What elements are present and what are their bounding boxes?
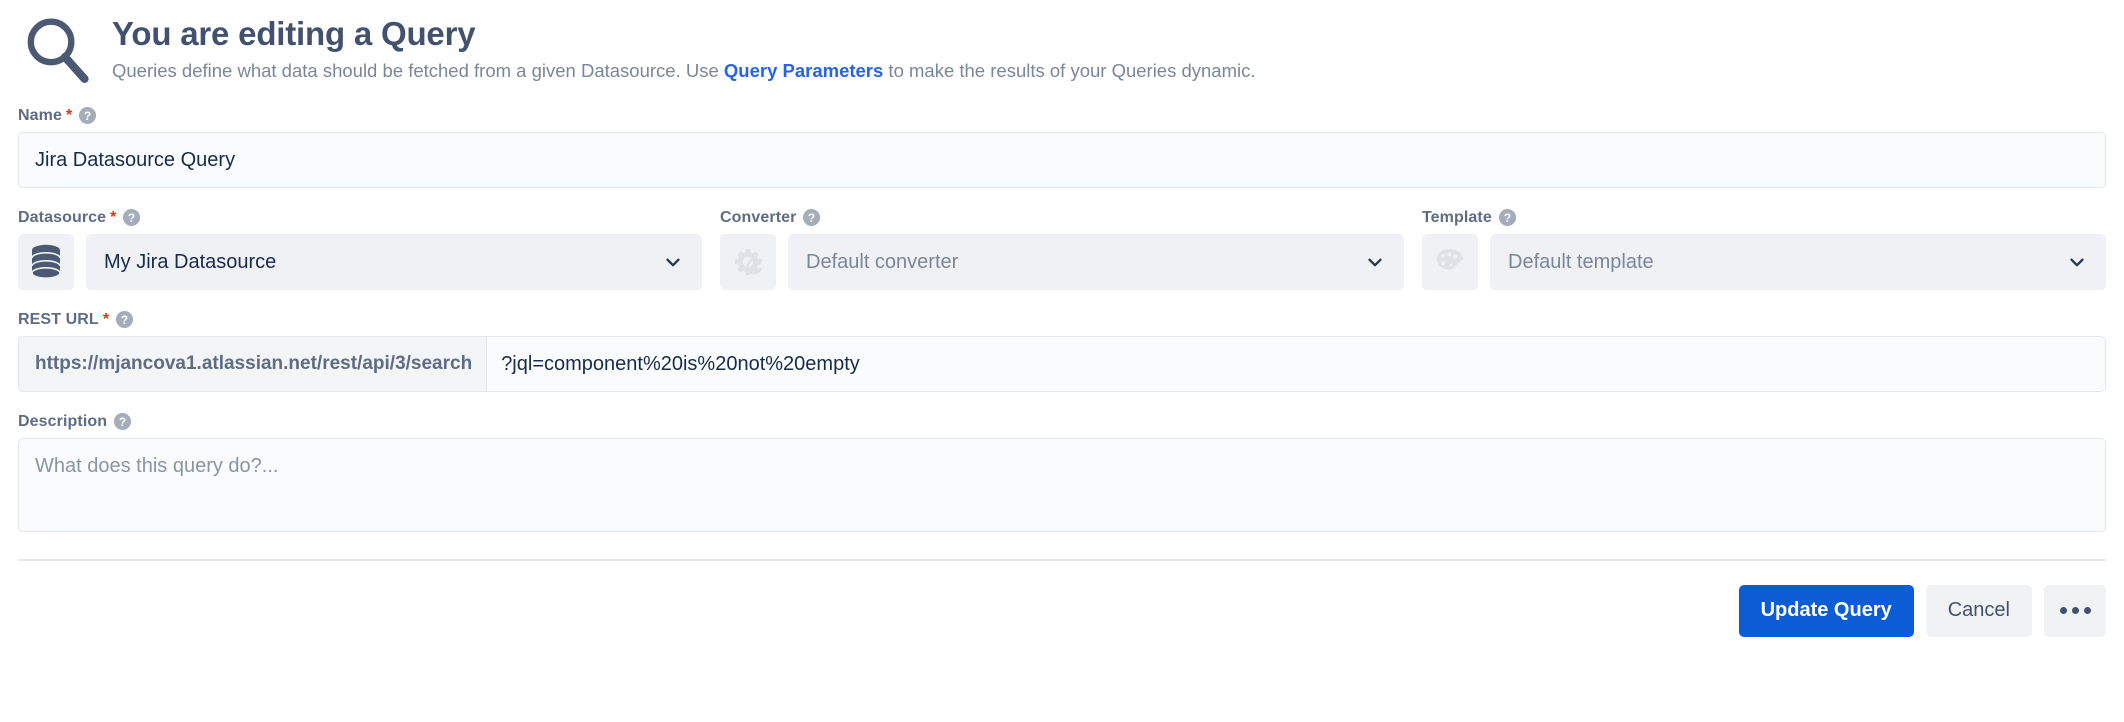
template-label-text: Template xyxy=(1422,208,1492,226)
datasource-label-text: Datasource xyxy=(18,208,107,226)
converter-field-group: Converter ? Default converter xyxy=(720,208,1404,290)
description-textarea[interactable] xyxy=(18,438,2106,532)
template-select-value: Default template xyxy=(1508,250,1654,273)
palette-icon xyxy=(1422,234,1478,290)
page-header: You are editing a Query Queries define w… xyxy=(18,0,2106,88)
template-field-group: Template ? Default template xyxy=(1422,208,2106,290)
template-control-row: Default template xyxy=(1422,234,2106,290)
cancel-button[interactable]: Cancel xyxy=(1925,584,2032,637)
subtitle-text-after: to make the results of your Queries dyna… xyxy=(883,59,1256,81)
query-form: Name * ? Datasource * xyxy=(18,106,2106,537)
rest-url-label: REST URL * ? xyxy=(18,310,2106,329)
selectors-row: Datasource * ? My Jira Datasource Conver… xyxy=(18,208,2106,290)
update-query-button[interactable]: Update Query xyxy=(1738,584,1914,637)
name-field-group: Name * ? xyxy=(18,106,2106,188)
help-icon[interactable]: ? xyxy=(113,412,132,431)
svg-text:?: ? xyxy=(119,415,126,429)
name-required-marker: * xyxy=(65,106,73,124)
form-actions: Update Query Cancel xyxy=(18,561,2106,637)
description-label-text: Description xyxy=(18,412,108,430)
datasource-select-value: My Jira Datasource xyxy=(104,250,277,273)
rest-url-label-text: REST URL xyxy=(18,310,99,328)
page-subtitle: Queries define what data should be fetch… xyxy=(112,59,1256,83)
subtitle-text-before: Queries define what data should be fetch… xyxy=(112,59,724,81)
svg-text:?: ? xyxy=(128,211,135,225)
svg-text:?: ? xyxy=(1504,211,1511,225)
datasource-required-marker: * xyxy=(110,208,117,226)
help-icon[interactable]: ? xyxy=(1498,208,1517,227)
rest-url-required-marker: * xyxy=(102,310,110,328)
name-label: Name * ? xyxy=(18,106,2106,125)
converter-label-text: Converter xyxy=(720,208,797,226)
description-label: Description ? xyxy=(18,412,2106,431)
name-label-text: Name xyxy=(18,106,62,124)
chevron-down-icon xyxy=(2066,251,2088,273)
magnifier-icon xyxy=(20,12,96,88)
query-parameters-link[interactable]: Query Parameters xyxy=(724,60,883,81)
ellipsis-icon xyxy=(2059,607,2091,615)
converter-select-value: Default converter xyxy=(806,250,959,273)
help-icon[interactable]: ? xyxy=(78,106,97,125)
chevron-down-icon xyxy=(1364,251,1386,273)
rest-url-row: https://mjancova1.atlassian.net/rest/api… xyxy=(18,336,2106,392)
rest-url-prefix: https://mjancova1.atlassian.net/rest/api… xyxy=(19,337,488,391)
database-icon xyxy=(18,234,74,290)
rest-url-field-group: REST URL * ? https://mjancova1.atlassian… xyxy=(18,310,2106,392)
help-icon[interactable]: ? xyxy=(115,310,134,329)
help-icon[interactable]: ? xyxy=(802,208,821,227)
description-field-group: Description ? xyxy=(18,412,2106,537)
chevron-down-icon xyxy=(662,251,684,273)
converter-select[interactable]: Default converter xyxy=(788,234,1404,290)
datasource-label: Datasource * ? xyxy=(18,208,702,227)
datasource-select[interactable]: My Jira Datasource xyxy=(86,234,702,290)
header-text-block: You are editing a Query Queries define w… xyxy=(112,10,1256,83)
template-select[interactable]: Default template xyxy=(1490,234,2106,290)
gear-refresh-icon xyxy=(720,234,776,290)
svg-text:?: ? xyxy=(808,211,815,225)
help-icon[interactable]: ? xyxy=(122,208,141,227)
datasource-field-group: Datasource * ? My Jira Datasource xyxy=(18,208,702,290)
name-input[interactable] xyxy=(18,132,2106,188)
more-options-button[interactable] xyxy=(2044,584,2106,637)
rest-url-input[interactable] xyxy=(487,337,2105,391)
svg-text:?: ? xyxy=(84,109,91,123)
converter-label: Converter ? xyxy=(720,208,1404,227)
datasource-control-row: My Jira Datasource xyxy=(18,234,702,290)
template-label: Template ? xyxy=(1422,208,2106,227)
page-title: You are editing a Query xyxy=(112,15,476,52)
query-editor-page: You are editing a Query Queries define w… xyxy=(0,0,2124,722)
svg-text:?: ? xyxy=(121,313,128,327)
converter-control-row: Default converter xyxy=(720,234,1404,290)
